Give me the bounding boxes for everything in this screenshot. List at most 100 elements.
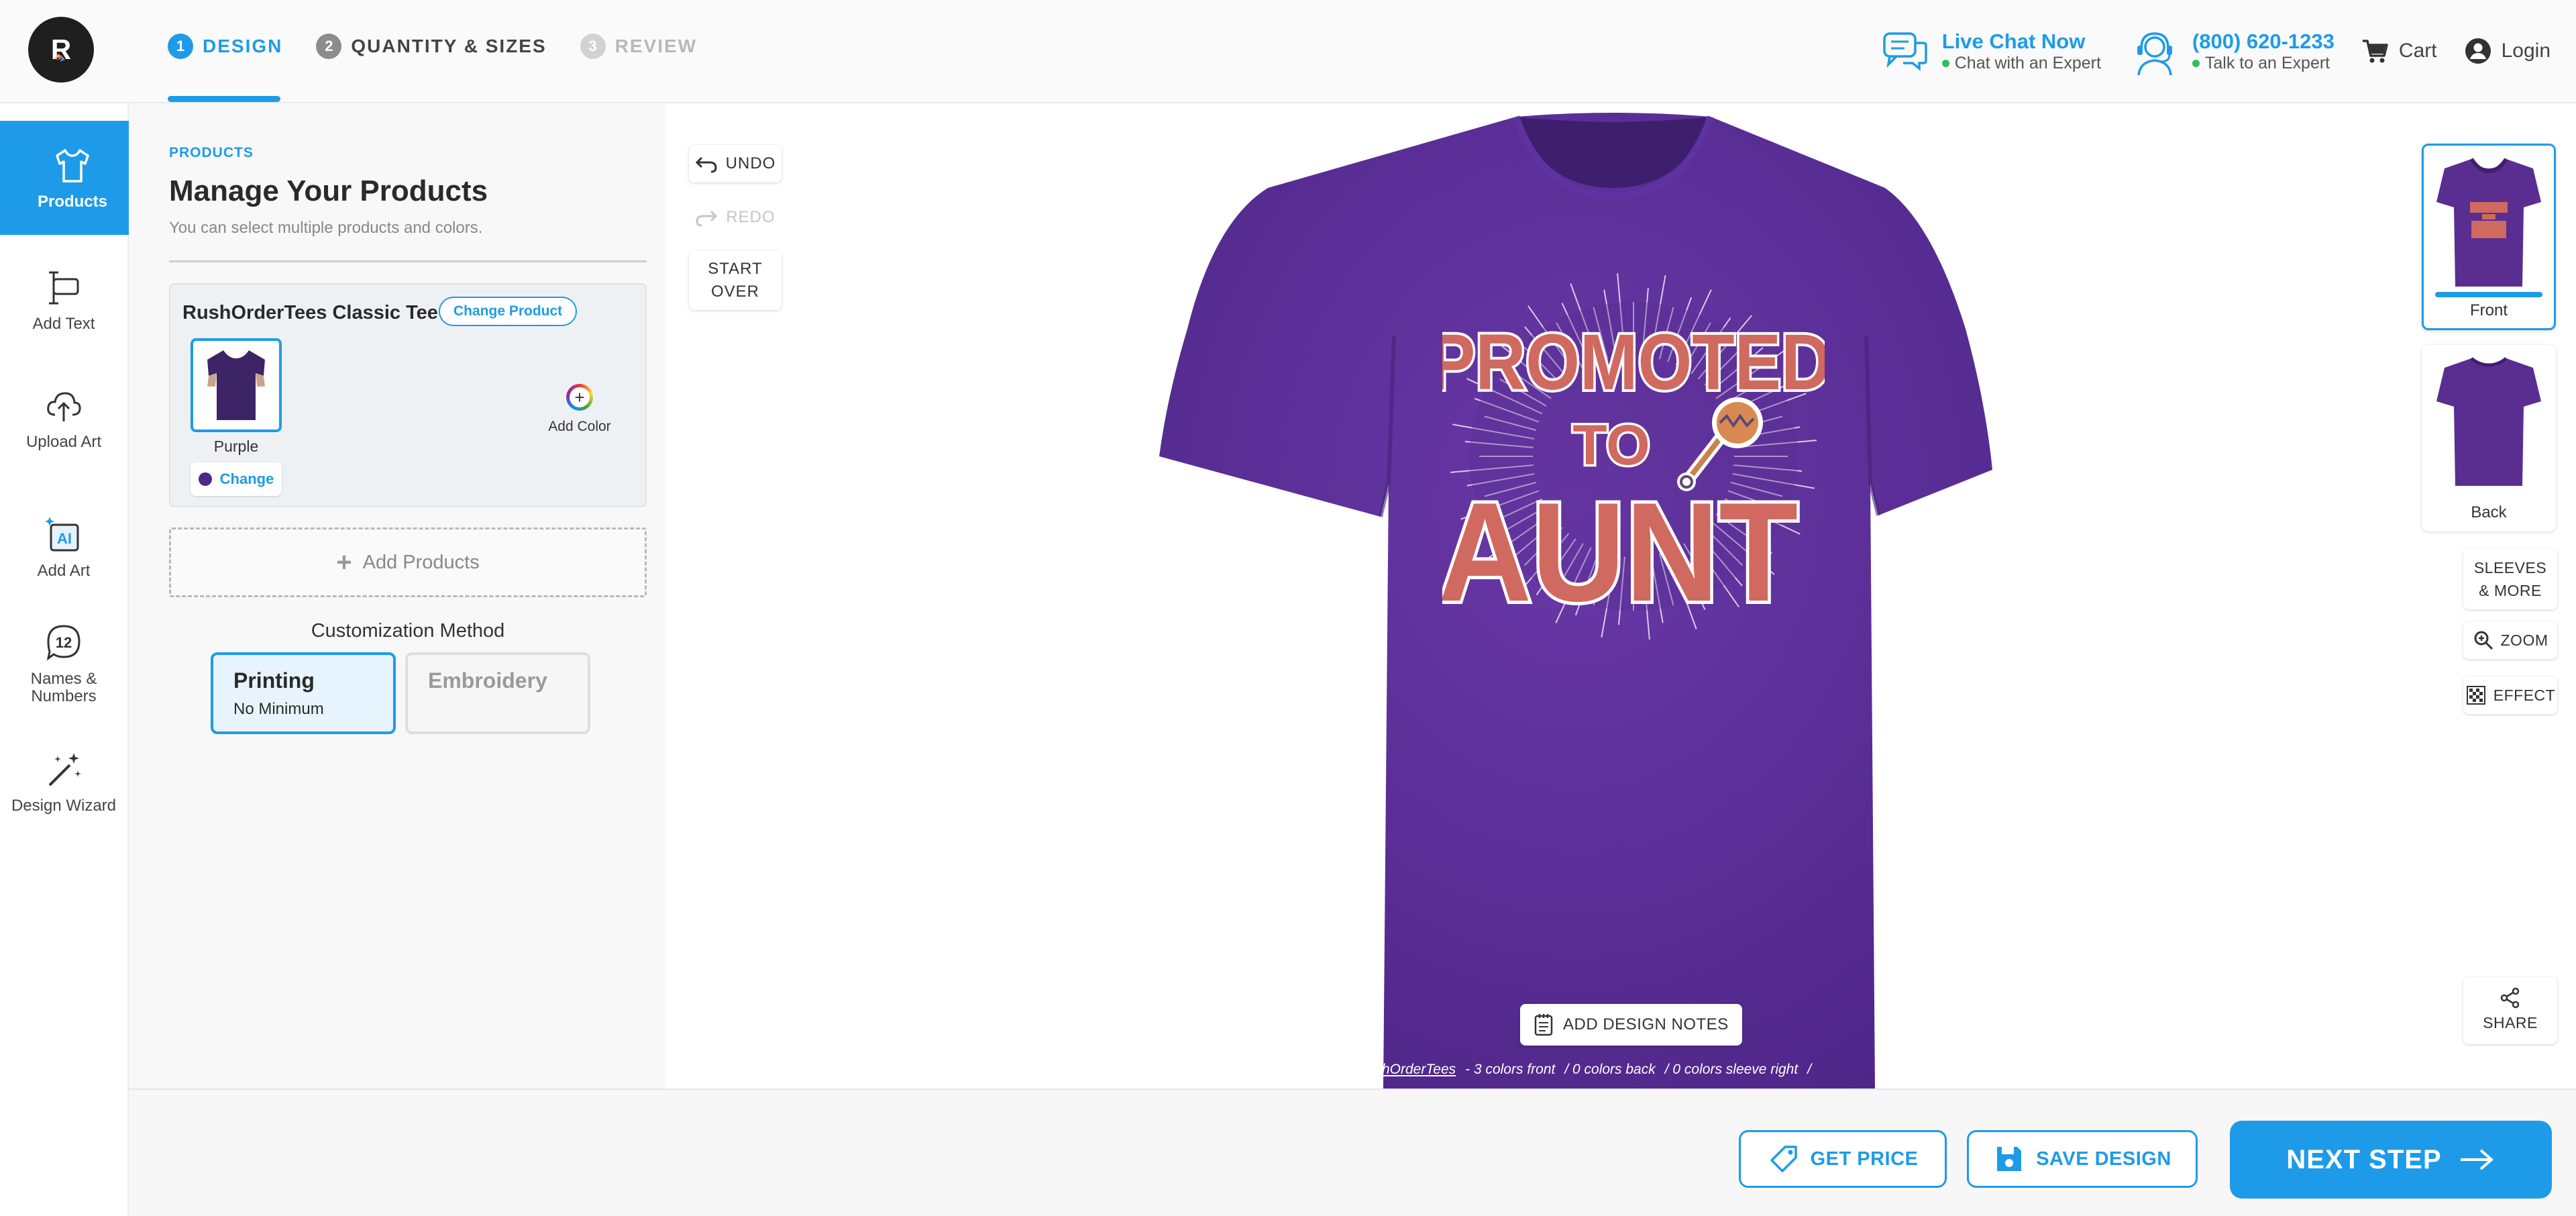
add-products-label: Add Products <box>362 551 480 573</box>
live-chat-subtitle: Chat with an Expert <box>1954 53 2101 72</box>
live-chat-link[interactable]: Live Chat Now Chat with an Expert <box>1878 24 2101 78</box>
start-over-button[interactable]: START OVER <box>689 251 782 310</box>
step-quantity-sizes[interactable]: 2 QUANTITY & SIZES <box>316 34 546 59</box>
get-price-button[interactable]: GET PRICE <box>1739 1130 1947 1188</box>
cart-label: Cart <box>2398 40 2437 62</box>
rail-add-art[interactable]: AI Add Art <box>0 490 127 604</box>
top-header: R 1 DESIGN 2 QUANTITY & SIZES 3 REVIEW L… <box>0 0 2576 103</box>
active-view-indicator <box>2435 292 2542 297</box>
share-label: SHARE <box>2483 1014 2538 1031</box>
zoom-button[interactable]: ZOOM <box>2463 621 2557 659</box>
redo-button[interactable]: REDO <box>689 199 782 236</box>
sleeves-label-1: SLEEVES <box>2473 559 2547 576</box>
login-link[interactable]: Login <box>2464 37 2551 65</box>
color-summary-brand[interactable]: hOrderTees <box>1382 1062 1456 1086</box>
rail-upload-art[interactable]: Upload Art <box>0 361 127 475</box>
sleeves-label-2: & MORE <box>2479 582 2542 599</box>
sleeves-more-button[interactable]: SLEEVES & MORE <box>2463 549 2557 609</box>
zoom-in-icon <box>2474 631 2493 650</box>
add-color-button[interactable]: + Add Color <box>533 384 627 435</box>
add-products-button[interactable]: + Add Products <box>169 527 647 597</box>
magic-wand-icon <box>48 753 81 787</box>
plus-icon: + <box>336 548 352 577</box>
svg-text:12: 12 <box>56 634 72 651</box>
method-embroidery-option[interactable]: Embroidery <box>405 652 590 734</box>
online-status-dot <box>2192 59 2200 67</box>
step-number: 1 <box>168 34 193 59</box>
tshirt-icon <box>56 149 89 183</box>
step-label: DESIGN <box>203 36 283 56</box>
rail-add-text[interactable]: Add Text <box>0 243 127 357</box>
zoom-label: ZOOM <box>2500 631 2548 649</box>
halftone-effect-icon <box>2466 686 2485 705</box>
panel-subtitle: You can select multiple products and col… <box>169 219 483 237</box>
promoted-to-aunt-design[interactable]: PROMOTED TO AUNT <box>1442 255 1825 644</box>
undo-button[interactable]: UNDO <box>689 145 782 183</box>
view-label: Front <box>2469 301 2508 319</box>
products-panel: PRODUCTS Manage Your Products You can se… <box>129 103 665 1088</box>
redo-label: REDO <box>726 208 775 226</box>
rail-products[interactable]: Products <box>0 121 145 235</box>
cloud-upload-icon <box>47 392 81 421</box>
phone-link[interactable]: (800) 620-1233 Talk to an Expert <box>2128 24 2334 78</box>
rail-label: Design Wizard <box>11 797 117 815</box>
step-label: QUANTITY & SIZES <box>351 36 547 56</box>
get-price-label: GET PRICE <box>1810 1148 1919 1170</box>
svg-text:AI: AI <box>57 530 72 547</box>
change-color-button[interactable]: Change <box>191 462 282 496</box>
color-swatch-purple[interactable] <box>191 338 282 432</box>
view-back-thumbnail[interactable]: Back <box>2422 345 2556 531</box>
notepad-icon <box>1534 1014 1553 1036</box>
panel-title: Manage Your Products <box>169 174 488 207</box>
rail-label: Add Text <box>32 315 95 333</box>
change-product-button[interactable]: Change Product <box>439 297 578 326</box>
front-shirt-thumbnail <box>2436 158 2541 287</box>
cart-link[interactable]: Cart <box>2361 37 2437 65</box>
color-name: Purple <box>213 438 259 455</box>
start-over-label-1: START <box>708 260 763 278</box>
rail-label: Upload Art <box>25 433 102 451</box>
start-over-label-2: OVER <box>710 283 759 301</box>
change-color-label: Change <box>219 470 274 487</box>
price-tag-icon <box>1770 1146 1797 1172</box>
customization-method-title: Customization Method <box>311 620 505 642</box>
step-review[interactable]: 3 REVIEW <box>580 34 697 59</box>
logo-mark-icon: R <box>51 34 71 65</box>
color-summary-front: - 3 colors front <box>1465 1062 1556 1077</box>
redo-arrow-icon <box>696 210 718 227</box>
step-number: 3 <box>580 34 606 59</box>
step-number: 2 <box>316 34 342 59</box>
color-summary-separator: / <box>1807 1062 1812 1077</box>
add-design-notes-button[interactable]: ADD DESIGN NOTES <box>1520 1004 1742 1046</box>
effect-button[interactable]: EFFECT <box>2463 676 2557 714</box>
method-printing-option[interactable]: Printing No Minimum <box>211 652 396 734</box>
brand-logo[interactable]: R <box>28 17 94 83</box>
save-design-button[interactable]: SAVE DESIGN <box>1967 1130 2198 1188</box>
rail-design-wizard[interactable]: Design Wizard <box>0 725 127 839</box>
step-navigation: 1 DESIGN 2 QUANTITY & SIZES 3 REVIEW <box>168 34 697 59</box>
login-label: Login <box>2501 40 2551 62</box>
floppy-disk-icon <box>1997 1147 2022 1171</box>
design-line-promoted: PROMOTED <box>1442 317 1825 407</box>
bottom-action-bar: GET PRICE SAVE DESIGN NEXT STEP <box>129 1088 2576 1216</box>
live-chat-title: Live Chat Now <box>1941 29 2086 53</box>
method-title: Embroidery <box>428 668 547 693</box>
view-front-thumbnail[interactable]: Front <box>2422 144 2556 330</box>
header-actions: Live Chat Now Chat with an Expert (800) … <box>1878 24 2551 78</box>
print-color-summary: hOrderTees - 3 colors front / 0 colors b… <box>1382 1062 1878 1086</box>
step-label: REVIEW <box>614 36 698 56</box>
active-step-indicator <box>168 96 280 102</box>
share-button[interactable]: SHARE <box>2463 977 2557 1044</box>
next-step-label: NEXT STEP <box>2286 1144 2442 1174</box>
next-step-button[interactable]: NEXT STEP <box>2230 1121 2552 1199</box>
step-design[interactable]: 1 DESIGN <box>168 34 282 59</box>
product-name: RushOrderTees Classic Tee <box>182 302 438 323</box>
undo-label: UNDO <box>725 154 776 172</box>
color-summary-sleeve: / 0 colors sleeve right <box>1664 1062 1799 1077</box>
panel-eyebrow: PRODUCTS <box>169 145 254 160</box>
rail-label: Products <box>37 193 107 211</box>
online-status-dot <box>1941 59 1949 67</box>
rail-names-numbers[interactable]: 12 Names & Numbers <box>0 607 127 721</box>
view-label: Back <box>2471 503 2507 521</box>
panel-divider <box>169 260 647 262</box>
